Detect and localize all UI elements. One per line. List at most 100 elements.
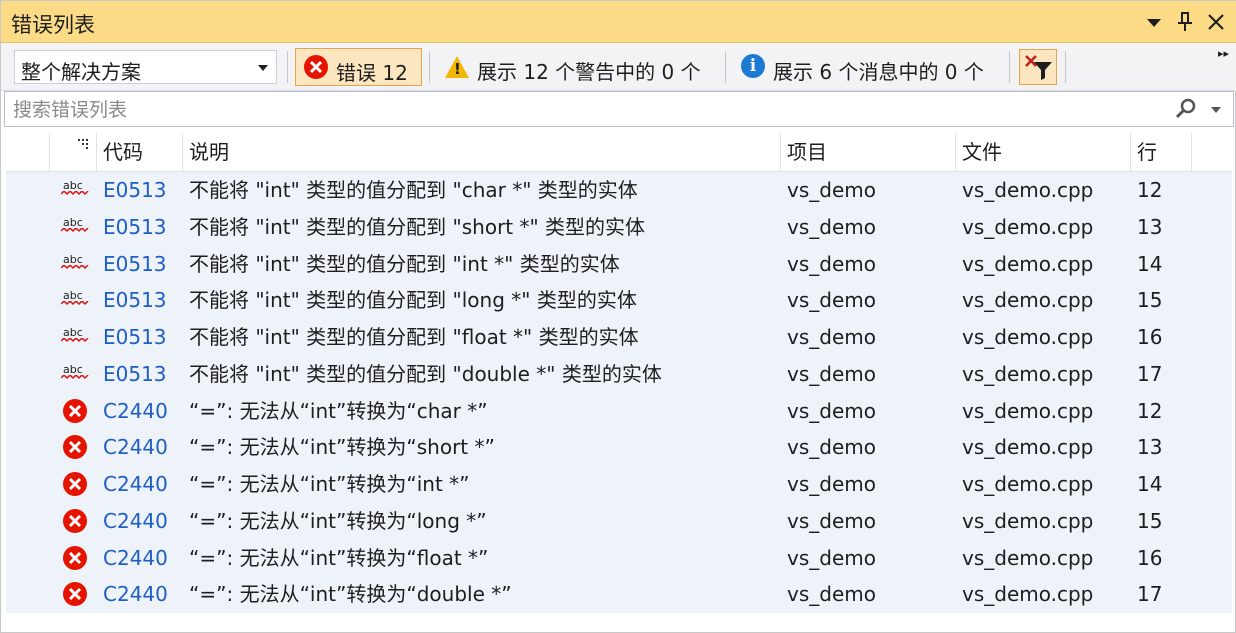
toolbar-divider <box>1065 51 1066 83</box>
clear-filter-button[interactable] <box>1019 49 1057 85</box>
row-code-link[interactable]: E0513 <box>103 209 167 246</box>
grid-header: 代码 说明 项目 文件 行 <box>6 133 1232 172</box>
column-chooser-icon <box>78 139 88 149</box>
row-line: 13 <box>1137 214 1163 239</box>
title-bar: 错误列表 <box>1 1 1236 43</box>
error-icon <box>63 435 87 460</box>
row-code-link[interactable]: C2440 <box>103 540 168 577</box>
table-row[interactable]: abc E0513 不能将 "int" 类型的值分配到 "double *" 类型的… <box>6 355 1232 393</box>
row-description: “=”: 无法从“int”转换为“short *” <box>189 435 495 460</box>
row-file: vs_demo.cpp <box>962 178 1094 202</box>
row-line: 17 <box>1137 361 1163 386</box>
search-icon[interactable] <box>1175 98 1197 120</box>
table-row[interactable]: abc E0513 不能将 "int" 类型的值分配到 "int *" 类型的实体 v… <box>6 245 1232 283</box>
chevron-down-icon <box>258 65 268 71</box>
row-description: 不能将 "int" 类型的值分配到 "char *" 类型的实体 <box>189 178 638 202</box>
row-description: 不能将 "int" 类型的值分配到 "short *" 类型的实体 <box>189 214 646 239</box>
row-line: 14 <box>1137 472 1163 496</box>
column-header-file[interactable]: 文件 <box>956 133 1131 171</box>
row-line: 15 <box>1137 508 1163 533</box>
warning-icon: ! <box>445 56 469 78</box>
error-icon <box>63 508 87 533</box>
row-code-link[interactable]: E0513 <box>103 246 167 283</box>
row-project: vs_demo <box>787 472 876 496</box>
table-row[interactable]: abc E0513 不能将 "int" 类型的值分配到 "short *" 类型的实… <box>6 208 1232 246</box>
row-project: vs_demo <box>787 398 876 423</box>
spelling-squiggle-icon: abc <box>61 216 89 238</box>
row-line: 13 <box>1137 435 1163 460</box>
row-code-link[interactable]: C2440 <box>103 429 168 466</box>
table-row[interactable]: C2440 “=”: 无法从“int”转换为“int *” vs_demo vs_de… <box>6 466 1232 503</box>
row-description: “=”: 无法从“int”转换为“int *” <box>189 472 470 496</box>
row-file: vs_demo.cpp <box>962 472 1094 496</box>
column-header-description[interactable]: 说明 <box>183 133 781 171</box>
column-header-category[interactable] <box>6 133 50 171</box>
row-file: vs_demo.cpp <box>962 508 1094 533</box>
row-code-link[interactable]: C2440 <box>103 576 168 613</box>
toolbar-divider <box>1009 51 1010 83</box>
spelling-squiggle-icon: abc <box>61 253 89 275</box>
row-description: 不能将 "int" 类型的值分配到 "float *" 类型的实体 <box>189 325 639 349</box>
row-file: vs_demo.cpp <box>962 325 1094 349</box>
search-bar <box>4 91 1234 127</box>
row-project: vs_demo <box>787 251 876 276</box>
table-row[interactable]: C2440 “=”: 无法从“int”转换为“float *” vs_demo vs_… <box>6 539 1232 577</box>
row-project: vs_demo <box>787 214 876 239</box>
row-description: 不能将 "int" 类型的值分配到 "double *" 类型的实体 <box>189 361 662 386</box>
search-input[interactable] <box>11 96 1165 124</box>
messages-filter-button[interactable]: i 展示 6 个消息中的 0 个 <box>733 48 1001 86</box>
pin-icon[interactable] <box>1173 9 1197 35</box>
messages-filter-label: 展示 6 个消息中的 0 个 <box>773 60 984 84</box>
error-icon <box>63 398 87 423</box>
row-code-link[interactable]: C2440 <box>103 466 168 503</box>
row-description: “=”: 无法从“int”转换为“float *” <box>189 545 489 570</box>
column-header-line[interactable]: 行 <box>1131 133 1192 171</box>
table-row[interactable]: abc E0513 不能将 "int" 类型的值分配到 "long *" 类型的实体… <box>6 282 1232 319</box>
row-description: 不能将 "int" 类型的值分配到 "int *" 类型的实体 <box>189 251 620 276</box>
scope-value: 整个解决方案 <box>21 60 141 84</box>
row-description: “=”: 无法从“int”转换为“double *” <box>189 582 512 607</box>
table-row[interactable]: abc E0513 不能将 "int" 类型的值分配到 "char *" 类型的实体… <box>6 172 1232 209</box>
column-header-project[interactable]: 项目 <box>781 133 956 171</box>
column-header-filler <box>1192 133 1232 171</box>
scope-dropdown[interactable]: 整个解决方案 <box>14 50 277 84</box>
row-project: vs_demo <box>787 288 876 313</box>
table-row[interactable]: C2440 “=”: 无法从“int”转换为“short *” vs_demo vs_… <box>6 429 1232 466</box>
row-description: “=”: 无法从“int”转换为“char *” <box>189 398 488 423</box>
column-header-severity[interactable] <box>50 133 97 171</box>
warnings-filter-button[interactable]: ! 展示 12 个警告中的 0 个 <box>437 48 719 86</box>
info-icon: i <box>741 54 765 78</box>
row-code-link[interactable]: E0513 <box>103 282 167 319</box>
toolbar: 整个解决方案 错误 12 ! 展示 12 个警告中的 0 个 i 展示 6 个消… <box>1 43 1236 91</box>
row-line: 16 <box>1137 545 1163 570</box>
row-line: 14 <box>1137 251 1163 276</box>
table-row[interactable]: C2440 “=”: 无法从“int”转换为“double *” vs_demo vs… <box>6 576 1232 613</box>
row-project: vs_demo <box>787 545 876 570</box>
error-icon <box>304 55 328 79</box>
search-options-dropdown-icon[interactable] <box>1211 107 1221 113</box>
toolbar-overflow-icon[interactable]: ▸▸ <box>1218 47 1229 60</box>
spelling-squiggle-icon: abc <box>61 326 89 348</box>
row-code-link[interactable]: E0513 <box>103 356 167 393</box>
table-row[interactable]: C2440 “=”: 无法从“int”转换为“long *” vs_demo vs_d… <box>6 502 1232 540</box>
row-code-link[interactable]: C2440 <box>103 503 168 540</box>
table-row[interactable]: C2440 “=”: 无法从“int”转换为“char *” vs_demo vs_d… <box>6 392 1232 430</box>
error-icon <box>63 545 87 570</box>
row-file: vs_demo.cpp <box>962 361 1094 386</box>
errors-filter-button[interactable]: 错误 12 <box>295 48 422 86</box>
row-project: vs_demo <box>787 508 876 533</box>
row-code-link[interactable]: E0513 <box>103 319 167 356</box>
row-project: vs_demo <box>787 325 876 349</box>
error-icon <box>63 582 87 607</box>
row-code-link[interactable]: E0513 <box>103 172 167 209</box>
toolbar-divider <box>287 51 288 83</box>
row-code-link[interactable]: C2440 <box>103 393 168 430</box>
warnings-filter-label: 展示 12 个警告中的 0 个 <box>477 60 701 84</box>
row-description: 不能将 "int" 类型的值分配到 "long *" 类型的实体 <box>189 288 637 313</box>
clear-filter-icon <box>1025 55 1052 80</box>
column-header-code[interactable]: 代码 <box>97 133 183 171</box>
close-icon[interactable] <box>1204 9 1228 35</box>
window-position-dropdown-icon[interactable] <box>1142 9 1166 35</box>
table-row[interactable]: abc E0513 不能将 "int" 类型的值分配到 "float *" 类型的实… <box>6 319 1232 356</box>
row-file: vs_demo.cpp <box>962 251 1094 276</box>
